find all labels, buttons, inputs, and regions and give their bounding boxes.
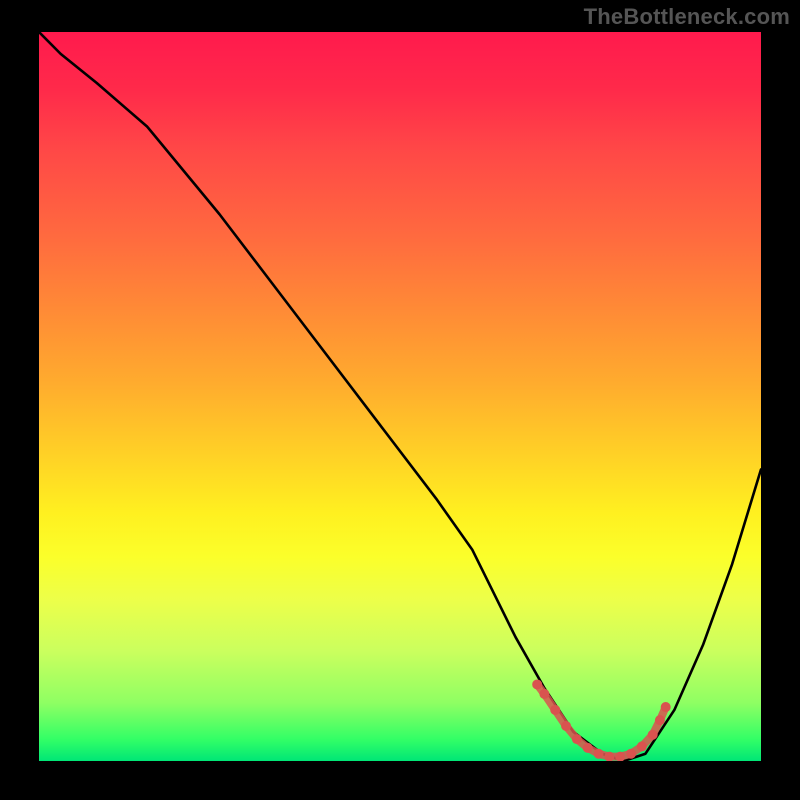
optimal-range-dot (572, 734, 582, 744)
chart-svg (39, 32, 761, 761)
optimal-range-dot (561, 721, 571, 731)
optimal-range-dot (655, 715, 665, 725)
optimal-range-dot (637, 741, 647, 751)
bottleneck-curve (39, 32, 761, 761)
optimal-range-dot (532, 679, 542, 689)
optimal-range-dot (648, 730, 658, 740)
chart-frame: TheBottleneck.com (0, 0, 800, 800)
optimal-range-dot (539, 689, 549, 699)
plot-area (39, 32, 761, 761)
optimal-range-dot (661, 702, 671, 712)
bottleneck-curve-path (39, 32, 761, 761)
optimal-range-dot (626, 749, 636, 759)
optimal-range-dot (583, 743, 593, 753)
optimal-range-dot (594, 749, 604, 759)
optimal-range-dot (550, 705, 560, 715)
watermark-text: TheBottleneck.com (584, 4, 790, 30)
